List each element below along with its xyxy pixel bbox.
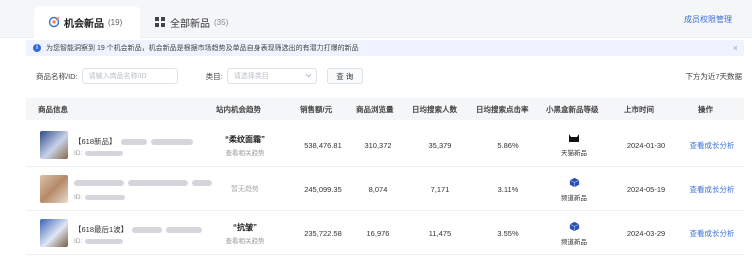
product-thumbnail [40, 175, 68, 203]
searchers-value: 7,171 [430, 184, 450, 194]
searchers-value: 35,379 [428, 140, 452, 150]
views-value: 310,372 [364, 140, 392, 150]
table-header: 商品信息 站内机会趋势 销售额/元 商品浏览量 日均搜索人数 日均搜索点击率 小… [26, 98, 744, 120]
info-icon: i [33, 44, 41, 52]
name-filter-label: 商品名称/ID: [36, 71, 78, 81]
info-notice: i 为您智能洞察到 19 个机会新品，机会新品是根据市场趋势及单品自身表现筛选出… [26, 40, 744, 56]
product-id-prefix: ID: [74, 238, 83, 245]
product-title[interactable]: 【618最后1波】 [74, 224, 203, 235]
product-id-prefix: ID: [74, 150, 83, 157]
col-header-grade: 小黑盒新品等级 [546, 104, 599, 114]
cube-icon [569, 177, 580, 190]
trend-keyword: “柔纹面霜” [225, 134, 265, 144]
col-header-ctr: 日均搜索点击率 [476, 104, 529, 114]
data-range-note: 下方为近7天数据 [685, 71, 742, 81]
tab-opportunity-products[interactable]: 机会新品 (19) [34, 6, 140, 38]
view-trend-link[interactable]: 查看相关趋势 [226, 147, 265, 157]
blurred-text [192, 180, 212, 186]
blurred-text [120, 138, 147, 145]
product-id: ID: [74, 194, 126, 201]
tab-label: 全部新品 [170, 18, 210, 30]
table-row: ID: 暂无趋势 245,099.35 8,074 7,171 3.11% 频道… [26, 167, 744, 211]
col-header-trend: 站内机会趋势 [216, 104, 261, 114]
growth-analysis-link[interactable]: 查看成长分析 [684, 167, 740, 211]
product-thumbnail [40, 219, 68, 247]
col-header-searchers: 日均搜索人数 [412, 104, 457, 114]
category-filter-label: 类目: [205, 71, 223, 81]
blurred-text [166, 226, 203, 233]
product-id: ID: [74, 238, 124, 245]
cube-icon [569, 221, 580, 234]
cat-head-icon [568, 133, 580, 145]
sales-value: 235,722.58 [304, 228, 342, 238]
product-title[interactable] [74, 180, 212, 186]
search-placeholder: 请输入商品名称/ID [88, 73, 147, 80]
target-icon [48, 16, 60, 28]
ctr-value: 5.86% [497, 140, 519, 150]
table-row: 【618新品】 ID: “柔纹面霜” 查看相关趋势 538,476.81 310… [26, 123, 744, 167]
new-products-page: 机会新品 (19) 全部新品 (35) 成员权限管理 i 为您智能洞察到 19 … [0, 0, 752, 272]
blurred-text [132, 226, 163, 233]
tab-bar: 机会新品 (19) 全部新品 (35) 成员权限管理 [0, 0, 752, 38]
col-header-action: 操作 [698, 104, 713, 114]
blurred-text [85, 195, 126, 200]
product-title-prefix: 【618最后1波】 [74, 225, 129, 234]
grid-icon [154, 16, 166, 28]
col-header-product: 商品信息 [38, 104, 68, 114]
grade-label: 频道新品 [561, 238, 587, 246]
notice-text: 为您智能洞察到 19 个机会新品，机会新品是根据市场趋势及单品自身表现筛选出的有… [46, 45, 359, 52]
ctr-value: 3.55% [497, 228, 519, 238]
views-value: 16,976 [366, 228, 390, 238]
category-placeholder: 请选择类目 [233, 73, 269, 80]
sales-value: 245,099.35 [304, 184, 342, 194]
product-id: ID: [74, 150, 124, 157]
grade-cell: 天猫新品 [544, 123, 604, 167]
query-button[interactable]: 查 询 [326, 68, 363, 84]
launch-date: 2024-01-30 [626, 140, 666, 150]
launch-date: 2024-05-19 [626, 184, 666, 194]
tab-count: (19) [108, 17, 123, 27]
launch-date: 2024-03-29 [626, 228, 666, 238]
trend-cell: 暂无趋势 [210, 167, 280, 211]
col-header-date: 上市时间 [624, 104, 654, 114]
views-value: 8,074 [368, 184, 388, 194]
product-title[interactable]: 【618新品】 [74, 136, 193, 147]
product-title-prefix: 【618新品】 [74, 137, 117, 146]
product-id-prefix: ID: [74, 194, 83, 201]
filter-bar: 商品名称/ID: 请输入商品名称/ID 类目: 请选择类目 查 询 下方为近7天… [36, 66, 744, 86]
category-select[interactable]: 请选择类目 [226, 68, 317, 84]
product-thumbnail [40, 131, 68, 159]
blurred-text [74, 180, 124, 186]
grade-cell: 频道新品 [544, 167, 604, 211]
trend-cell: “柔纹面霜” 查看相关趋势 [210, 123, 280, 167]
blurred-text [85, 151, 124, 156]
blurred-text [85, 239, 124, 244]
permission-manage-link[interactable]: 成员权限管理 [684, 14, 732, 25]
blurred-text [128, 180, 188, 186]
table-row: 【618最后1波】 ID: “抗皱” 查看相关趋势 235,722.58 16,… [26, 211, 744, 255]
product-search-input[interactable]: 请输入商品名称/ID [81, 68, 178, 84]
close-icon[interactable]: × [733, 43, 738, 53]
tab-count: (35) [214, 17, 229, 27]
tab-all-products[interactable]: 全部新品 (35) [154, 6, 228, 38]
sales-value: 538,476.81 [304, 140, 342, 150]
trend-cell: “抗皱” 查看相关趋势 [210, 211, 280, 255]
col-header-views: 商品浏览量 [356, 104, 394, 114]
view-trend-link[interactable]: 查看相关趋势 [226, 235, 265, 245]
blurred-text [150, 138, 193, 145]
tab-label: 机会新品 [64, 18, 104, 30]
chevron-down-icon [305, 72, 312, 81]
trend-keyword: “抗皱” [233, 222, 257, 232]
no-trend-text: 暂无趋势 [231, 186, 259, 193]
growth-analysis-link[interactable]: 查看成长分析 [684, 123, 740, 167]
col-header-sales: 销售额/元 [300, 104, 333, 114]
grade-label: 天猫新品 [561, 150, 587, 157]
grade-cell: 频道新品 [544, 211, 604, 255]
ctr-value: 3.11% [497, 184, 519, 194]
grade-label: 频道新品 [561, 194, 587, 202]
searchers-value: 11,475 [428, 228, 452, 238]
growth-analysis-link[interactable]: 查看成长分析 [684, 211, 740, 255]
